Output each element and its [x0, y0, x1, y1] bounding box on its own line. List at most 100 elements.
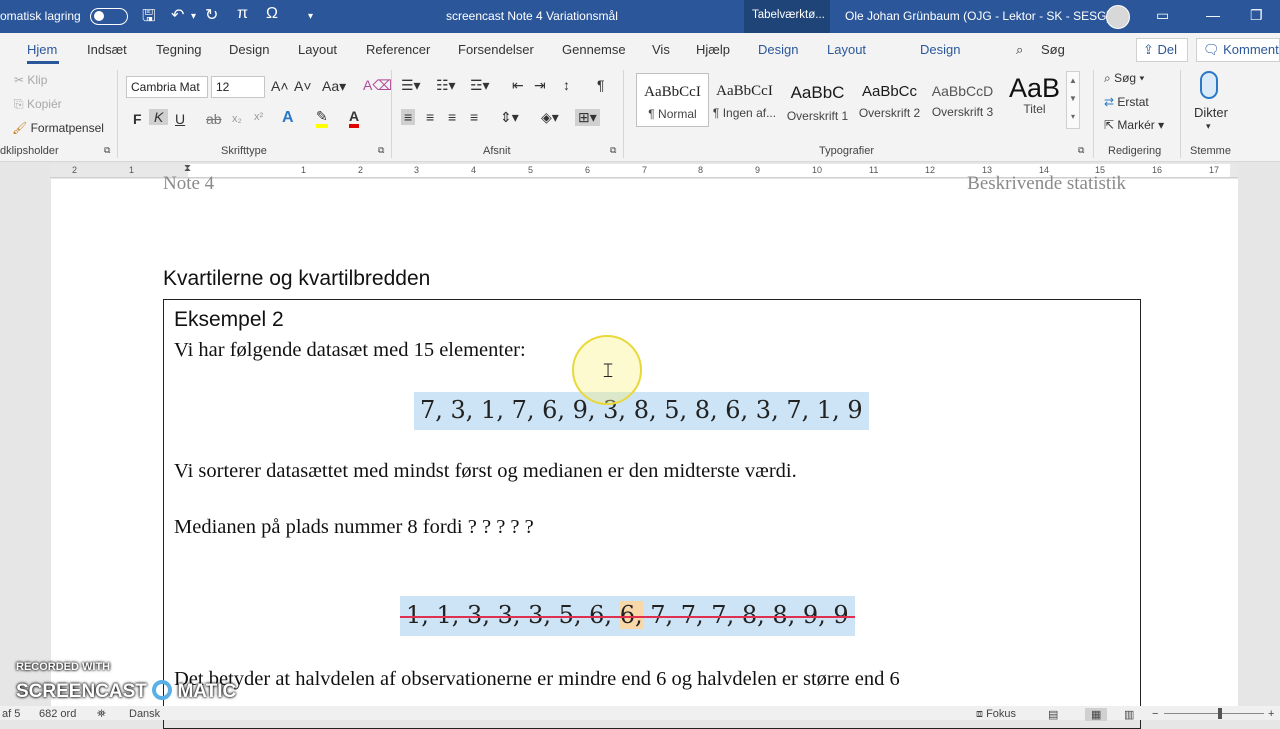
style-overskrift-2[interactable]: AaBbCc Overskrift 2: [853, 73, 926, 127]
undo-icon[interactable]: ↶: [171, 5, 184, 25]
superscript-icon[interactable]: x²: [254, 111, 263, 123]
select-button[interactable]: ⇱ Markér ▾: [1104, 118, 1164, 132]
text-effects-icon[interactable]: A: [282, 109, 294, 127]
zoom-in-icon[interactable]: +: [1268, 708, 1274, 720]
clear-formatting-icon[interactable]: A⌫: [363, 77, 392, 94]
bullets-icon[interactable]: ☰▾: [401, 77, 421, 94]
styles-launcher-icon[interactable]: ⧉: [1078, 145, 1084, 156]
underline-button[interactable]: U: [175, 111, 185, 127]
font-name-combo[interactable]: Cambria Mat: [126, 76, 208, 98]
example-box[interactable]: Eksempel 2 Vi har følgende datasæt med 1…: [163, 299, 1141, 729]
strikethrough-icon[interactable]: ab: [206, 111, 222, 127]
sorted-lower-half: 1, 1, 3, 3, 3, 5, 6,: [406, 601, 620, 629]
separator: [391, 70, 392, 158]
highlight-icon[interactable]: ✎: [316, 109, 328, 128]
document-page[interactable]: Note 4 Beskrivende statistik Kvartilerne…: [51, 173, 1238, 729]
tab-table-design[interactable]: Design: [758, 42, 798, 57]
focus-button[interactable]: ⧈ Fokus: [976, 708, 1016, 721]
align-right-icon[interactable]: ≡: [448, 109, 456, 125]
subscript-icon[interactable]: x₂: [232, 113, 242, 125]
style-ingen-af[interactable]: AaBbCcI ¶ Ingen af...: [708, 73, 781, 127]
decrease-indent-icon[interactable]: ⇤: [512, 77, 524, 94]
tab-hjem[interactable]: Hjem: [27, 42, 57, 57]
tab-design[interactable]: Design: [229, 42, 269, 57]
read-mode-icon[interactable]: ▤: [1048, 708, 1058, 721]
tab-design-2[interactable]: Design: [920, 42, 960, 57]
font-launcher-icon[interactable]: ⧉: [378, 145, 384, 156]
user-name[interactable]: Ole Johan Grünbaum (OJG - Lektor - SK - …: [845, 9, 1110, 23]
tab-gennemse[interactable]: Gennemse: [562, 42, 626, 57]
font-size-combo[interactable]: 12: [211, 76, 265, 98]
zoom-out-icon[interactable]: −: [1152, 708, 1158, 720]
tab-layout[interactable]: Layout: [298, 42, 337, 57]
equation-icon[interactable]: π: [237, 5, 248, 23]
search-icon[interactable]: ⌕: [1016, 42, 1023, 58]
grow-font-icon[interactable]: A˄: [271, 78, 289, 94]
avatar[interactable]: [1106, 5, 1130, 29]
language[interactable]: Dansk: [129, 708, 160, 720]
search-label[interactable]: Søg: [1041, 42, 1065, 57]
select-icon: ⇱: [1104, 118, 1115, 132]
shading-icon[interactable]: ◈▾: [541, 109, 559, 126]
paragraph-launcher-icon[interactable]: ⧉: [610, 145, 616, 156]
tab-indsaet[interactable]: Indsæt: [87, 42, 127, 57]
dictate-dropdown-icon[interactable]: ▾: [1206, 121, 1211, 132]
ruler-number: 9: [755, 165, 761, 175]
replace-button[interactable]: ⇄ Erstat: [1104, 95, 1149, 109]
styles-scroll[interactable]: ▲ ▼ ▾: [1066, 71, 1080, 129]
web-layout-icon[interactable]: ▥: [1124, 708, 1134, 721]
minimize-icon[interactable]: —: [1206, 7, 1220, 23]
style-overskrift-1[interactable]: AaBbC Overskrift 1: [781, 73, 854, 127]
maximize-icon[interactable]: ❐: [1250, 7, 1263, 24]
style-normal[interactable]: AaBbCcI ¶ Normal: [636, 73, 709, 127]
copy-button[interactable]: ⎘ Kopiér: [14, 97, 62, 112]
format-painter-button[interactable]: 🖌 Formatpensel: [12, 121, 104, 135]
sort-icon[interactable]: ↕: [563, 77, 570, 93]
zoom-slider-thumb[interactable]: [1218, 708, 1222, 719]
borders-icon[interactable]: ⊞▾: [575, 109, 600, 126]
save-icon[interactable]: 🖫: [142, 5, 156, 32]
tab-vis[interactable]: Vis: [652, 42, 670, 57]
align-left-icon[interactable]: ≡: [401, 109, 416, 125]
numbering-icon[interactable]: ☷▾: [436, 77, 456, 94]
align-center-icon[interactable]: ≡: [426, 109, 434, 125]
redo-icon[interactable]: ↻: [205, 5, 218, 25]
word-count[interactable]: 682 ord: [39, 708, 76, 720]
sorted-upper-half: 7, 7, 7, 8, 8, 9, 9: [642, 601, 849, 629]
symbol-icon[interactable]: Ω: [266, 5, 278, 23]
increase-indent-icon[interactable]: ⇥: [534, 77, 546, 94]
print-layout-icon[interactable]: ▦: [1085, 708, 1108, 721]
line-spacing-icon[interactable]: ⇕▾: [500, 109, 519, 126]
bold-button[interactable]: F: [133, 111, 142, 127]
cut-button[interactable]: ✂ Klip: [14, 73, 47, 87]
style-titel[interactable]: AaB Titel: [998, 73, 1071, 127]
autosave-label: omatisk lagring: [0, 9, 81, 23]
undo-dropdown-icon[interactable]: ▾: [191, 11, 196, 22]
ribbon-display-icon[interactable]: ▭: [1156, 7, 1169, 24]
justify-icon[interactable]: ≡: [470, 109, 478, 125]
customize-qat-icon[interactable]: ▾: [308, 11, 313, 22]
zoom-slider[interactable]: [1164, 713, 1264, 714]
tab-tegning[interactable]: Tegning: [156, 42, 202, 57]
page-count[interactable]: af 5: [2, 708, 20, 720]
autosave-toggle[interactable]: [90, 8, 128, 25]
tab-forsendelser[interactable]: Forsendelser: [458, 42, 534, 57]
shrink-font-icon[interactable]: A˅: [294, 78, 312, 94]
comments-button[interactable]: 🗨 Komment: [1196, 38, 1280, 62]
share-button[interactable]: ⇪ Del: [1136, 38, 1188, 62]
multilevel-list-icon[interactable]: ☲▾: [470, 77, 490, 94]
style-overskrift-3[interactable]: AaBbCcD Overskrift 3: [926, 73, 999, 127]
dictate-button[interactable]: Dikter: [1194, 105, 1228, 120]
font-color-icon[interactable]: A: [349, 109, 360, 128]
italic-button[interactable]: K: [149, 109, 169, 125]
style-preview: AaBbCc: [861, 83, 918, 100]
show-marks-icon[interactable]: ¶: [597, 77, 605, 93]
find-button[interactable]: ⌕ Søg ▾: [1104, 71, 1144, 86]
tab-hjaelp[interactable]: Hjælp: [696, 42, 730, 57]
clipboard-launcher-icon[interactable]: ⧉: [104, 145, 110, 156]
microphone-icon[interactable]: [1200, 71, 1218, 99]
proofing-icon[interactable]: ⛯: [97, 708, 106, 721]
change-case-icon[interactable]: Aa▾: [322, 78, 346, 95]
tab-referencer[interactable]: Referencer: [366, 42, 430, 57]
tab-table-layout[interactable]: Layout: [827, 42, 866, 57]
